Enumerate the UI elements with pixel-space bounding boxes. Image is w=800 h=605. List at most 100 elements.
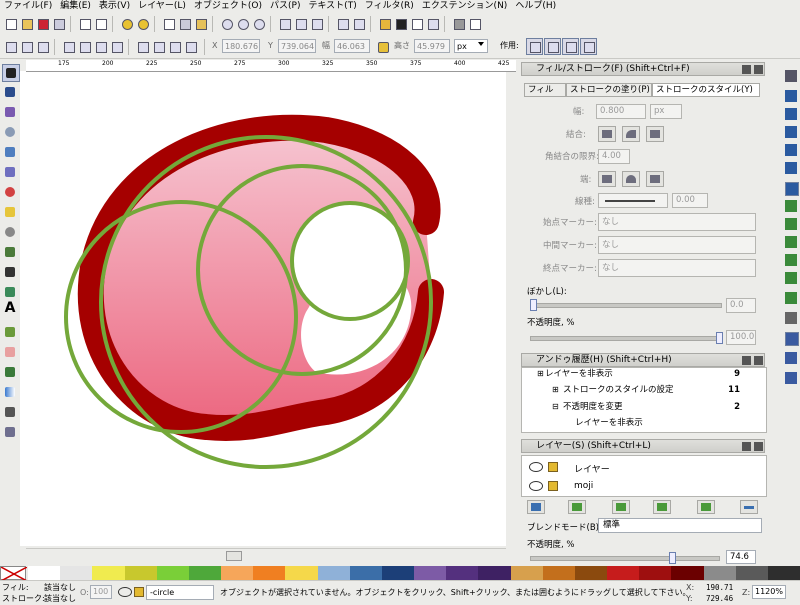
horizontal-scrollbar[interactable] (26, 548, 506, 561)
layer-name[interactable]: レイヤー (574, 462, 610, 475)
color-swatch[interactable] (285, 566, 319, 580)
select-all-layers-icon[interactable] (18, 38, 35, 55)
zoom-page-icon[interactable] (250, 15, 267, 32)
bevel-join-icon[interactable] (646, 126, 664, 142)
y-field[interactable]: 739.064 (278, 39, 316, 53)
eye-icon[interactable] (529, 462, 543, 472)
color-swatch[interactable] (253, 566, 287, 580)
lower-layer-to-bottom-button[interactable] (697, 500, 715, 514)
color-swatch[interactable] (446, 566, 480, 580)
rectangle-tool-icon[interactable] (2, 144, 18, 160)
start-marker-select[interactable]: なし (598, 213, 756, 231)
color-swatch[interactable] (574, 566, 608, 580)
snap-bbox-icon[interactable] (785, 90, 797, 102)
lock-icon[interactable] (548, 462, 558, 472)
print-icon[interactable] (50, 15, 67, 32)
history-item[interactable]: レイヤーを非表示 (545, 368, 613, 380)
duplicate-icon[interactable] (276, 15, 293, 32)
snap-center-icon[interactable] (785, 292, 797, 304)
move-patterns-icon[interactable] (580, 38, 597, 55)
opacity-slider-handle[interactable] (716, 332, 723, 344)
raise-to-top-icon[interactable] (134, 38, 151, 55)
node-tool-icon[interactable] (2, 84, 18, 100)
panel-collapse-icon[interactable] (742, 65, 751, 74)
zoom-selection-icon[interactable] (218, 15, 235, 32)
color-swatch[interactable] (124, 566, 158, 580)
snap-toggle-icon[interactable] (785, 70, 797, 82)
new-document-icon[interactable] (2, 15, 19, 32)
drawing-canvas[interactable] (26, 72, 516, 546)
text-tool-icon[interactable]: A (2, 300, 18, 316)
history-item[interactable]: レイヤーを非表示 (575, 417, 643, 429)
zoom-tool-icon[interactable] (2, 124, 18, 140)
tab-fill[interactable]: フィル (524, 83, 566, 97)
menu-extensions[interactable]: エクステンション(N) (418, 0, 512, 13)
current-layer-select[interactable]: -circle (146, 585, 214, 600)
eye-icon[interactable] (529, 481, 543, 491)
color-swatch[interactable] (221, 566, 254, 580)
color-swatch[interactable] (381, 566, 415, 580)
width-unit-select[interactable]: px (650, 104, 682, 119)
raise-layer-button[interactable] (612, 500, 630, 514)
flip-vertical-icon[interactable] (108, 38, 125, 55)
snap-intersection-icon[interactable] (785, 218, 797, 230)
raise-layer-to-top-button[interactable] (568, 500, 586, 514)
menu-filters[interactable]: フィルタ(R) (361, 0, 418, 13)
blend-mode-select[interactable]: 標準 (598, 518, 762, 533)
color-swatch[interactable] (510, 566, 544, 580)
add-layer-button[interactable] (527, 500, 545, 514)
tweak-tool-icon[interactable] (2, 104, 18, 120)
menu-text[interactable]: テキスト(T) (304, 0, 360, 13)
menu-help[interactable]: ヘルプ(H) (511, 0, 560, 13)
layer-opacity-field[interactable]: 74.6 (726, 550, 756, 564)
status-opacity-field[interactable]: 100 (90, 585, 112, 599)
color-swatch[interactable] (28, 566, 61, 580)
snap-bbox-midpoint-icon[interactable] (785, 144, 797, 156)
dash-pattern-select[interactable] (598, 193, 668, 208)
mid-marker-select[interactable]: なし (598, 236, 756, 254)
calligraphy-tool-icon[interactable] (2, 284, 18, 300)
lock-icon[interactable] (548, 481, 558, 491)
w-field[interactable]: 46.063 (334, 39, 370, 53)
remove-layer-button[interactable] (740, 500, 758, 514)
color-swatch[interactable] (60, 566, 94, 580)
menu-layer[interactable]: レイヤー(L) (134, 0, 190, 13)
h-field[interactable]: 45.979 (414, 39, 450, 53)
snap-bbox-edge-icon[interactable] (785, 108, 797, 120)
x-field[interactable]: 180.676 (222, 39, 260, 53)
color-swatch[interactable] (639, 566, 673, 580)
pencil-tool-icon[interactable] (2, 244, 18, 260)
round-join-icon[interactable] (622, 126, 640, 142)
round-cap-icon[interactable] (622, 171, 640, 187)
color-swatch[interactable] (414, 566, 447, 580)
paint-bucket-tool-icon[interactable] (2, 364, 18, 380)
cut-icon[interactable] (176, 15, 193, 32)
color-swatch[interactable] (92, 566, 126, 580)
blur-slider-handle[interactable] (530, 299, 537, 311)
panel-close-icon[interactable] (754, 442, 763, 451)
color-swatch[interactable] (767, 566, 800, 580)
snap-grid-icon[interactable] (785, 352, 797, 364)
lock-icon[interactable] (374, 38, 391, 55)
panel-close-icon[interactable] (754, 356, 763, 365)
dropper-tool-icon[interactable] (2, 404, 18, 420)
scroll-thumb[interactable] (226, 551, 242, 561)
color-swatch[interactable] (317, 566, 351, 580)
snap-page-icon[interactable] (785, 332, 799, 346)
raise-icon[interactable] (150, 38, 167, 55)
butt-cap-icon[interactable] (598, 171, 616, 187)
panel-collapse-icon[interactable] (742, 442, 751, 451)
copy-icon[interactable] (160, 15, 177, 32)
document-properties-icon[interactable] (466, 15, 483, 32)
end-marker-select[interactable]: なし (598, 259, 756, 277)
lower-icon[interactable] (166, 38, 183, 55)
flip-horizontal-icon[interactable] (92, 38, 109, 55)
layer-name[interactable]: moji (574, 481, 593, 491)
zoom-drawing-icon[interactable] (234, 15, 251, 32)
select-all-icon[interactable] (2, 38, 19, 55)
clone-icon[interactable] (292, 15, 309, 32)
import-icon[interactable] (76, 15, 93, 32)
width-field[interactable]: 0.800 (596, 104, 646, 119)
menu-file[interactable]: ファイル(F) (0, 0, 56, 13)
pen-tool-icon[interactable] (2, 264, 18, 280)
